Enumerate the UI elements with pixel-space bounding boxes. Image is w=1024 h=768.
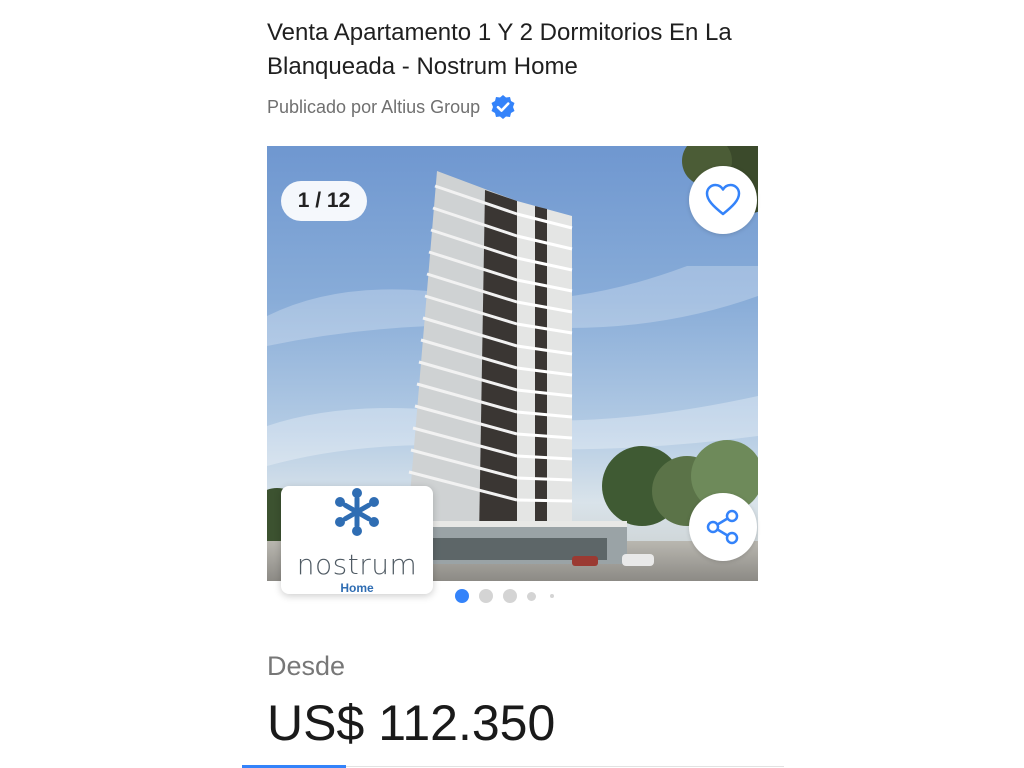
photo-counter: 1 / 12 xyxy=(281,181,367,221)
favorite-button[interactable] xyxy=(689,166,757,234)
share-icon xyxy=(706,509,739,545)
price-prefix: Desde xyxy=(267,651,346,681)
price: US$ 112.350 xyxy=(267,694,555,752)
share-button[interactable] xyxy=(689,493,757,561)
price-currency: US$ xyxy=(267,695,365,751)
listing-page: Venta Apartamento 1 Y 2 Dormitorios En L… xyxy=(0,0,1024,768)
developer-logo: nostrum Home xyxy=(281,486,433,595)
pagination-dot[interactable] xyxy=(455,589,469,603)
listing-title: Venta Apartamento 1 Y 2 Dormitorios En L… xyxy=(267,19,732,80)
publisher-row: Publicado por Altius Group xyxy=(267,94,516,120)
publisher-label[interactable]: Publicado por Altius Group xyxy=(267,97,480,118)
pagination-dot[interactable] xyxy=(550,594,554,598)
nostrum-logo-mark-icon xyxy=(335,488,379,536)
logo-sub-text: Home xyxy=(340,581,374,595)
price-amount: 112.350 xyxy=(378,695,556,751)
pagination-dot[interactable] xyxy=(479,589,493,603)
verified-badge-icon xyxy=(490,94,516,120)
logo-brand-text: nostrum xyxy=(296,548,418,581)
gallery-pagination xyxy=(455,588,564,604)
heart-icon xyxy=(705,183,741,216)
pagination-dot[interactable] xyxy=(527,591,536,601)
pagination-dot[interactable] xyxy=(503,589,517,603)
